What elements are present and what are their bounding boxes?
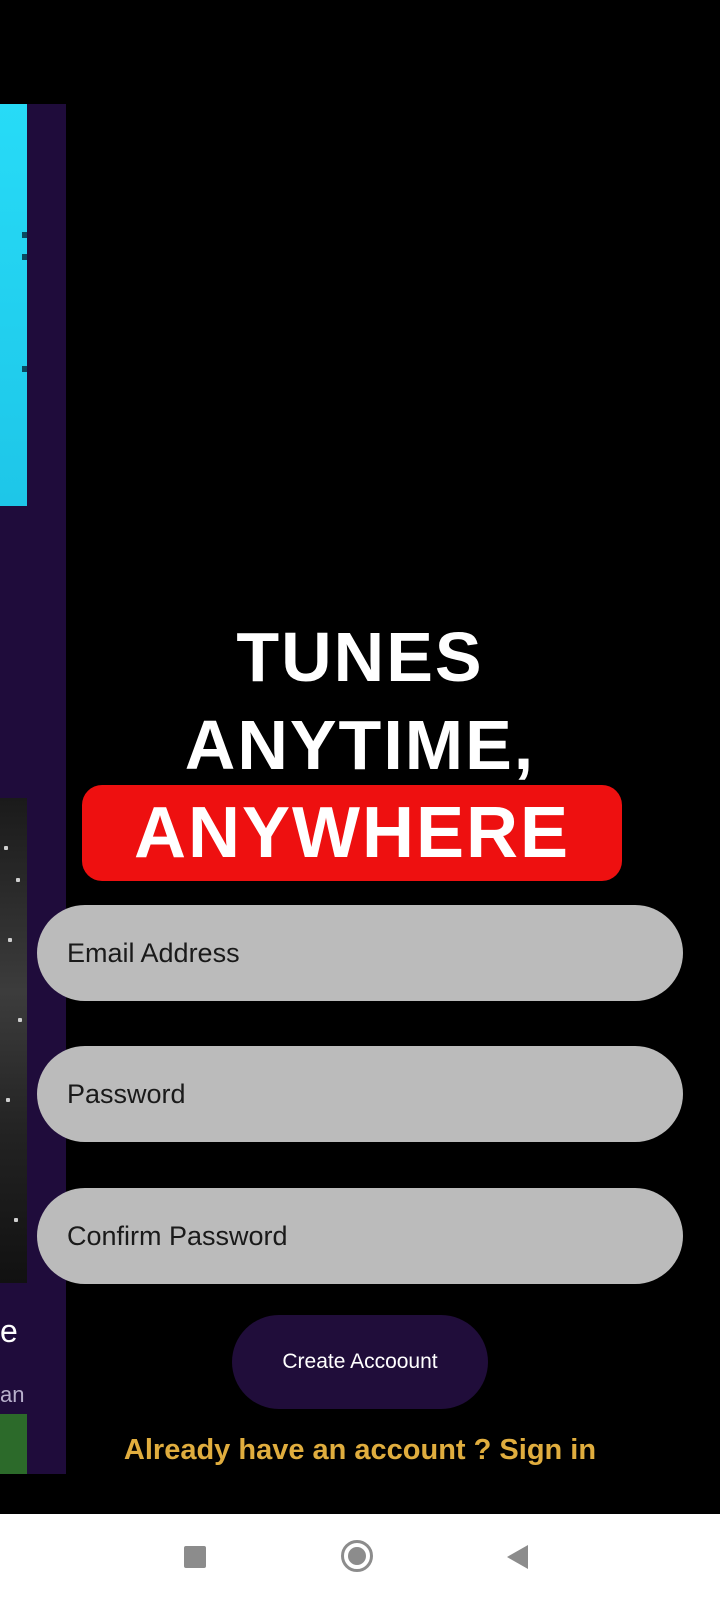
photo-detail — [18, 1018, 22, 1022]
confirm-password-field[interactable] — [37, 1188, 683, 1284]
hero-highlight-badge: ANYWHERE — [82, 785, 622, 881]
photo-detail — [4, 846, 8, 850]
background-thumbnail-photo — [0, 798, 27, 1283]
email-field[interactable] — [37, 905, 683, 1001]
thumbnail-detail — [22, 366, 27, 372]
photo-detail — [16, 878, 20, 882]
thumbnail-detail — [22, 254, 27, 260]
photo-detail — [8, 938, 12, 942]
thumbnail-detail — [22, 232, 27, 238]
create-account-button[interactable]: Create Accoount — [232, 1315, 488, 1409]
sign-in-link[interactable]: Already have an account ? Sign in — [0, 1433, 720, 1467]
hero-line-2: ANYTIME, — [184, 706, 536, 784]
background-subtitle-fragment: an — [0, 1382, 25, 1407]
hero-line-3: ANYWHERE — [133, 793, 570, 873]
background-title-fragment: e — [0, 1313, 18, 1349]
photo-detail — [14, 1218, 18, 1222]
photo-detail — [6, 1098, 10, 1102]
recent-apps-icon[interactable] — [184, 1546, 206, 1568]
back-icon[interactable] — [507, 1545, 528, 1569]
password-field[interactable] — [37, 1046, 683, 1142]
background-thumbnail-cyan — [0, 104, 27, 506]
hero-line-1: TUNES — [236, 618, 484, 696]
home-icon[interactable] — [341, 1540, 373, 1572]
